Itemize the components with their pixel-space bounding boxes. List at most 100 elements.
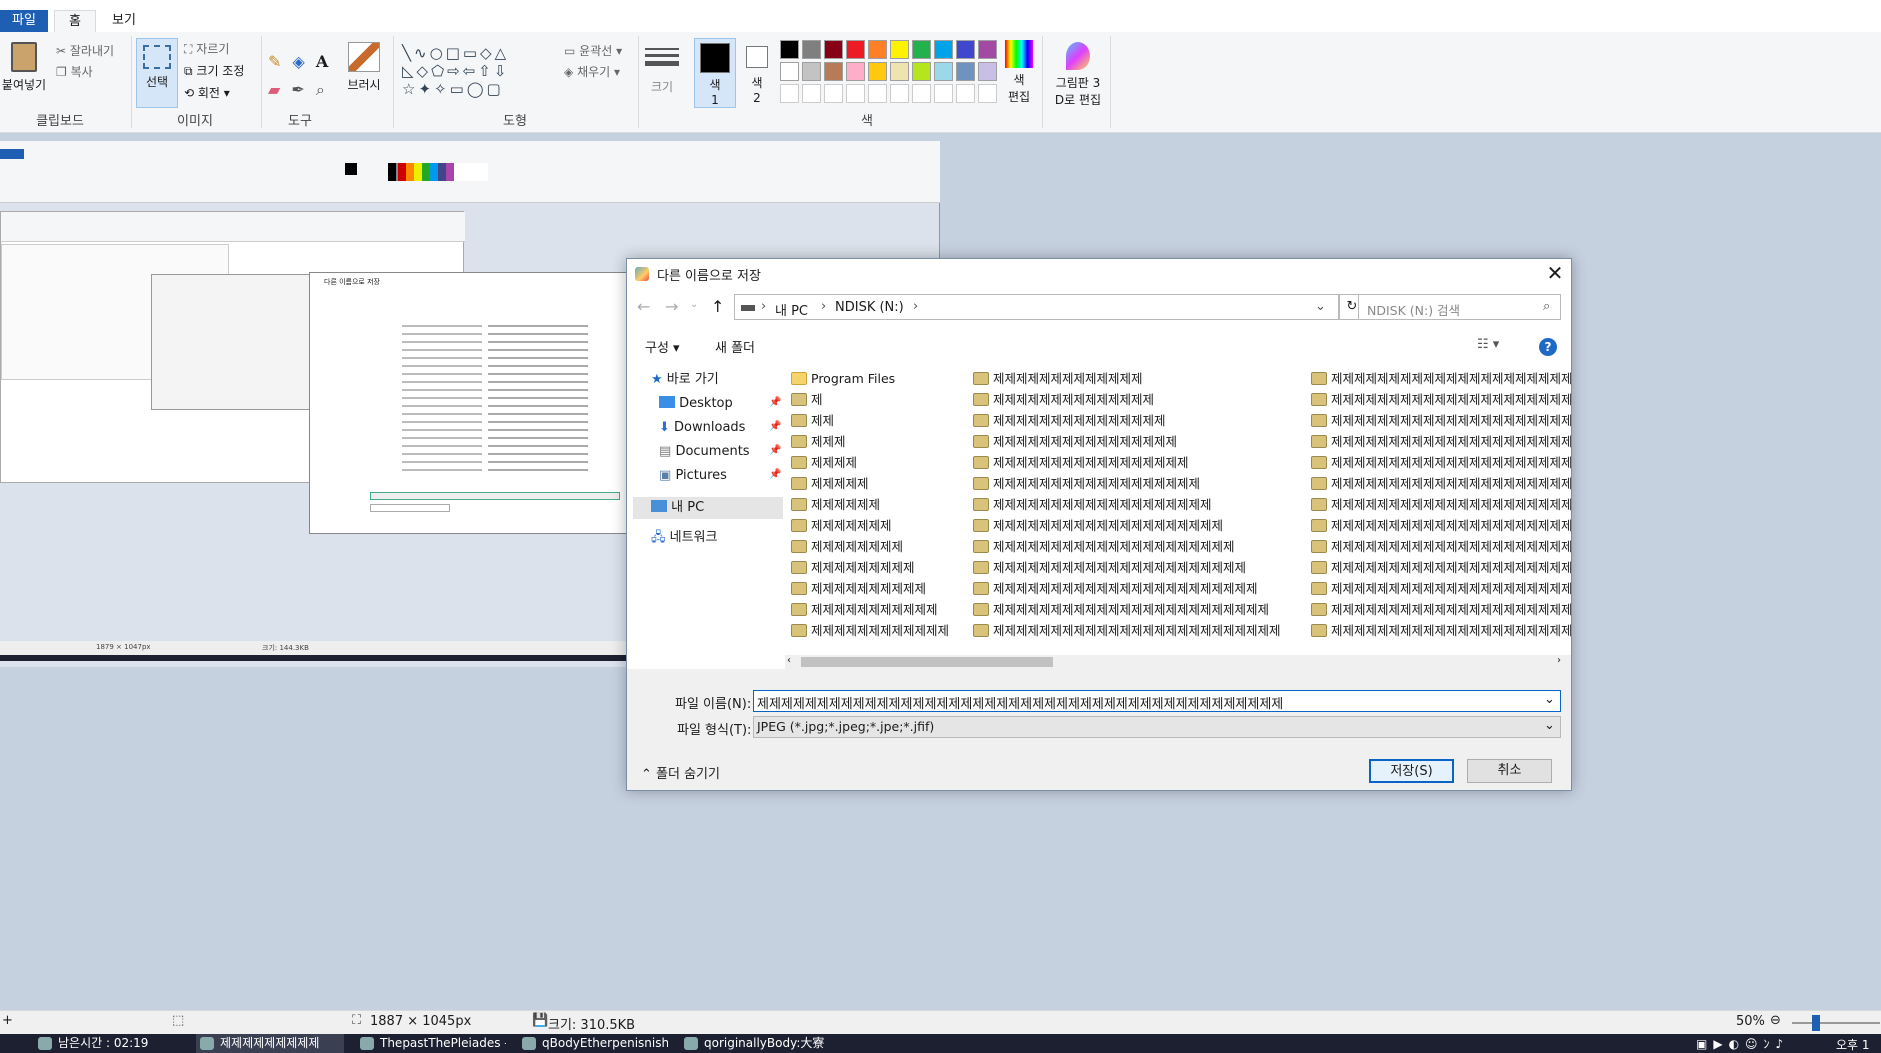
text-icon[interactable]: A <box>316 52 328 71</box>
new-folder-button[interactable]: 새 폴더 <box>715 337 755 356</box>
edit-colors-button[interactable]: 색 편집 <box>1002 40 1036 105</box>
taskbar-item-app1[interactable]: qBodyEtherpenisnish <box>518 1034 668 1053</box>
save-button[interactable]: 저장(S) <box>1369 759 1454 783</box>
pencil-icon[interactable]: ✎ <box>268 52 281 71</box>
nav-downloads[interactable]: ⬇ Downloads <box>659 417 745 439</box>
breadcrumb-this-pc[interactable]: 내 PC <box>775 300 808 319</box>
file-list-item[interactable]: 제제제제제제제제제제제제제제제제제제제제제제제제 <box>1311 432 1571 451</box>
palette-color-swatch[interactable] <box>890 40 909 59</box>
file-list-item[interactable]: 제제제제제제제제제제제제제제제제제제제제제제제제 <box>1311 474 1571 493</box>
search-box[interactable]: NDISK (N:) 검색 ⌕ <box>1358 294 1561 320</box>
palette-color-swatch[interactable] <box>890 62 909 81</box>
taskbar-item-chrome[interactable]: ThepastThePleiades - <box>356 1034 506 1053</box>
file-list-item[interactable]: 제제제제제제제제제제제제제제제제 <box>973 432 1303 451</box>
help-button[interactable]: ? <box>1539 338 1557 356</box>
file-list-item[interactable]: 제제제제제제제제제제제제제제제제제제제제제제제제 <box>1311 579 1571 598</box>
forward-icon[interactable]: → <box>665 297 678 316</box>
hide-folders-button[interactable]: ⌃ 폴더 숨기기 <box>641 763 720 782</box>
taskbar-clock[interactable]: 오후 1 <box>1836 1036 1870 1053</box>
palette-color-swatch[interactable] <box>978 62 997 81</box>
crop-button[interactable]: ⛶ 자르기 <box>184 40 229 57</box>
cancel-button[interactable]: 취소 <box>1467 759 1552 783</box>
filename-input[interactable]: 제제제제제제제제제제제제제제제제제제제제제제제제제제제제제제제제제제제제제제제제… <box>753 690 1561 712</box>
nav-pictures[interactable]: ▣ Pictures <box>659 465 727 487</box>
file-list-item[interactable]: 제제제제제제제제제제제제제제제제제제제제제제제제 <box>1311 495 1571 514</box>
paste-button[interactable]: 붙여넣기 <box>0 40 48 102</box>
file-list-item[interactable]: 제제제제제제제제제제제제제제제제제제제제제제제제 <box>1311 621 1571 640</box>
file-list-item[interactable]: 제제제제제제제제제제제제제제제제제제제제제제제제제 <box>973 621 1303 640</box>
palette-color-swatch[interactable] <box>824 62 843 81</box>
scroll-left-icon[interactable]: ‹ <box>787 655 791 666</box>
paint3d-button[interactable]: 그림판 3 D로 편집 <box>1050 42 1106 108</box>
palette-color-swatch[interactable] <box>846 40 865 59</box>
file-list-item[interactable]: 제제제제제제제제제제제제제제제제제제제제 <box>973 516 1303 535</box>
palette-empty-swatch[interactable] <box>846 84 865 103</box>
palette-color-swatch[interactable] <box>956 40 975 59</box>
palette-empty-swatch[interactable] <box>868 84 887 103</box>
filename-dropdown-icon[interactable]: ⌄ <box>1544 692 1555 707</box>
file-list-item[interactable]: 제제제제제제제제제제제제제제제제제제제제제제제제 <box>1311 390 1571 409</box>
palette-empty-swatch[interactable] <box>912 84 931 103</box>
file-list[interactable]: Program Files 제 제제 제제제 제제제제 제제제제제 제제제제제제 제제제제제제… <box>791 369 1571 641</box>
file-list-item[interactable]: 제제제제제제제제제제제제제 <box>973 369 1303 388</box>
palette-color-swatch[interactable] <box>824 40 843 59</box>
palette-color-swatch[interactable] <box>934 62 953 81</box>
nav-desktop[interactable]: Desktop <box>659 393 733 415</box>
file-list-item[interactable]: 제제제 <box>791 432 967 451</box>
file-list-item[interactable]: Program Files <box>791 369 967 388</box>
palette-color-swatch[interactable] <box>956 62 975 81</box>
scroll-thumb[interactable] <box>801 657 1053 667</box>
magnifier-icon[interactable]: ⌕ <box>316 80 325 99</box>
palette-color-swatch[interactable] <box>780 62 799 81</box>
file-list-item[interactable]: 제제제제제제제제제제 <box>791 579 967 598</box>
file-list-item[interactable]: 제제제제제제제제제제제제제제제제제 <box>973 453 1303 472</box>
tab-view[interactable]: 보기 <box>100 10 148 32</box>
color1-button[interactable]: 색 1 <box>694 38 736 108</box>
zoom-out-icon[interactable]: ⊖ <box>1770 1013 1781 1028</box>
file-list-item[interactable]: 제제제제제제제제제제제제제제제제제제제제제제제제 <box>1311 537 1571 556</box>
nav-network[interactable]: 🖧 네트워크 <box>651 527 717 549</box>
breadcrumb-ndisk[interactable]: NDISK (N:) <box>835 300 904 315</box>
filetype-select[interactable]: JPEG (*.jpg;*.jpeg;*.jpe;*.jfif) ⌄ <box>753 716 1561 738</box>
file-list-item[interactable]: 제제제제제제제제제 <box>791 558 967 577</box>
palette-color-swatch[interactable] <box>868 40 887 59</box>
palette-color-swatch[interactable] <box>846 62 865 81</box>
address-bar[interactable]: › 내 PC › NDISK (N:) › ⌄ <box>734 294 1339 320</box>
file-list-item[interactable]: 제제제제제제제제제제제제제제제제제제제 <box>973 495 1303 514</box>
rotate-button[interactable]: ⟲ 회전 ▾ <box>184 84 230 101</box>
eraser-icon[interactable]: ▰ <box>268 80 280 99</box>
file-list-item[interactable]: 제제제제제제제제제제제제제제제제제제제제제제제제 <box>1311 558 1571 577</box>
palette-empty-swatch[interactable] <box>802 84 821 103</box>
palette-empty-swatch[interactable] <box>824 84 843 103</box>
file-list-item[interactable]: 제제제제제제제제제제제제제제제제제제제제제제제제 <box>1311 600 1571 619</box>
file-list-item[interactable]: 제제제제 <box>791 453 967 472</box>
tray-icons[interactable]: ▣▶◐☺ﾝ♪ <box>1696 1035 1789 1052</box>
palette-color-swatch[interactable] <box>912 40 931 59</box>
back-icon[interactable]: ← <box>637 297 650 316</box>
file-list-item[interactable]: 제제제제제제제제제제제제제제제제제제제제제제제제 <box>973 600 1303 619</box>
cut-button[interactable]: ✂ 잘라내기 <box>56 42 114 59</box>
file-list-item[interactable]: 제제제제제제제제제제제제제제제제제제제제제 <box>973 537 1303 556</box>
file-list-item[interactable]: 제제제제제제제제제제제제제제제제제제제제제제제 <box>973 579 1303 598</box>
color2-button[interactable]: 색 2 <box>742 44 772 105</box>
file-list-item[interactable]: 제제제제제제제제 <box>791 537 967 556</box>
organize-menu[interactable]: 구성 ▾ <box>645 337 680 356</box>
file-list-item[interactable]: 제제제제제제제제제제제제제제제 <box>973 411 1303 430</box>
file-list-item[interactable]: 제제제제제제제제제제제제제제제제제제제제제제제제 <box>1311 369 1571 388</box>
nav-quick-access[interactable]: ★ 바로 가기 <box>651 369 719 391</box>
file-list-item[interactable]: 제제제제제제제제제제제제제제제제제제 <box>973 474 1303 493</box>
nav-documents[interactable]: ▤ Documents <box>659 441 750 463</box>
palette-color-swatch[interactable] <box>802 62 821 81</box>
palette-color-swatch[interactable] <box>780 40 799 59</box>
palette-color-swatch[interactable] <box>934 40 953 59</box>
file-list-item[interactable]: 제제 <box>791 411 967 430</box>
file-list-item[interactable]: 제제제제제제제제제제제제제제제제제제제제제제 <box>973 558 1303 577</box>
view-options-button[interactable]: ☷ ▾ <box>1477 337 1499 352</box>
scroll-right-icon[interactable]: › <box>1557 655 1561 666</box>
palette-color-swatch[interactable] <box>868 62 887 81</box>
zoom-slider-thumb[interactable] <box>1812 1015 1820 1031</box>
palette-color-swatch[interactable] <box>912 62 931 81</box>
palette-empty-swatch[interactable] <box>890 84 909 103</box>
tab-home[interactable]: 홈 <box>54 10 96 32</box>
file-list-item[interactable]: 제제제제제제 <box>791 495 967 514</box>
